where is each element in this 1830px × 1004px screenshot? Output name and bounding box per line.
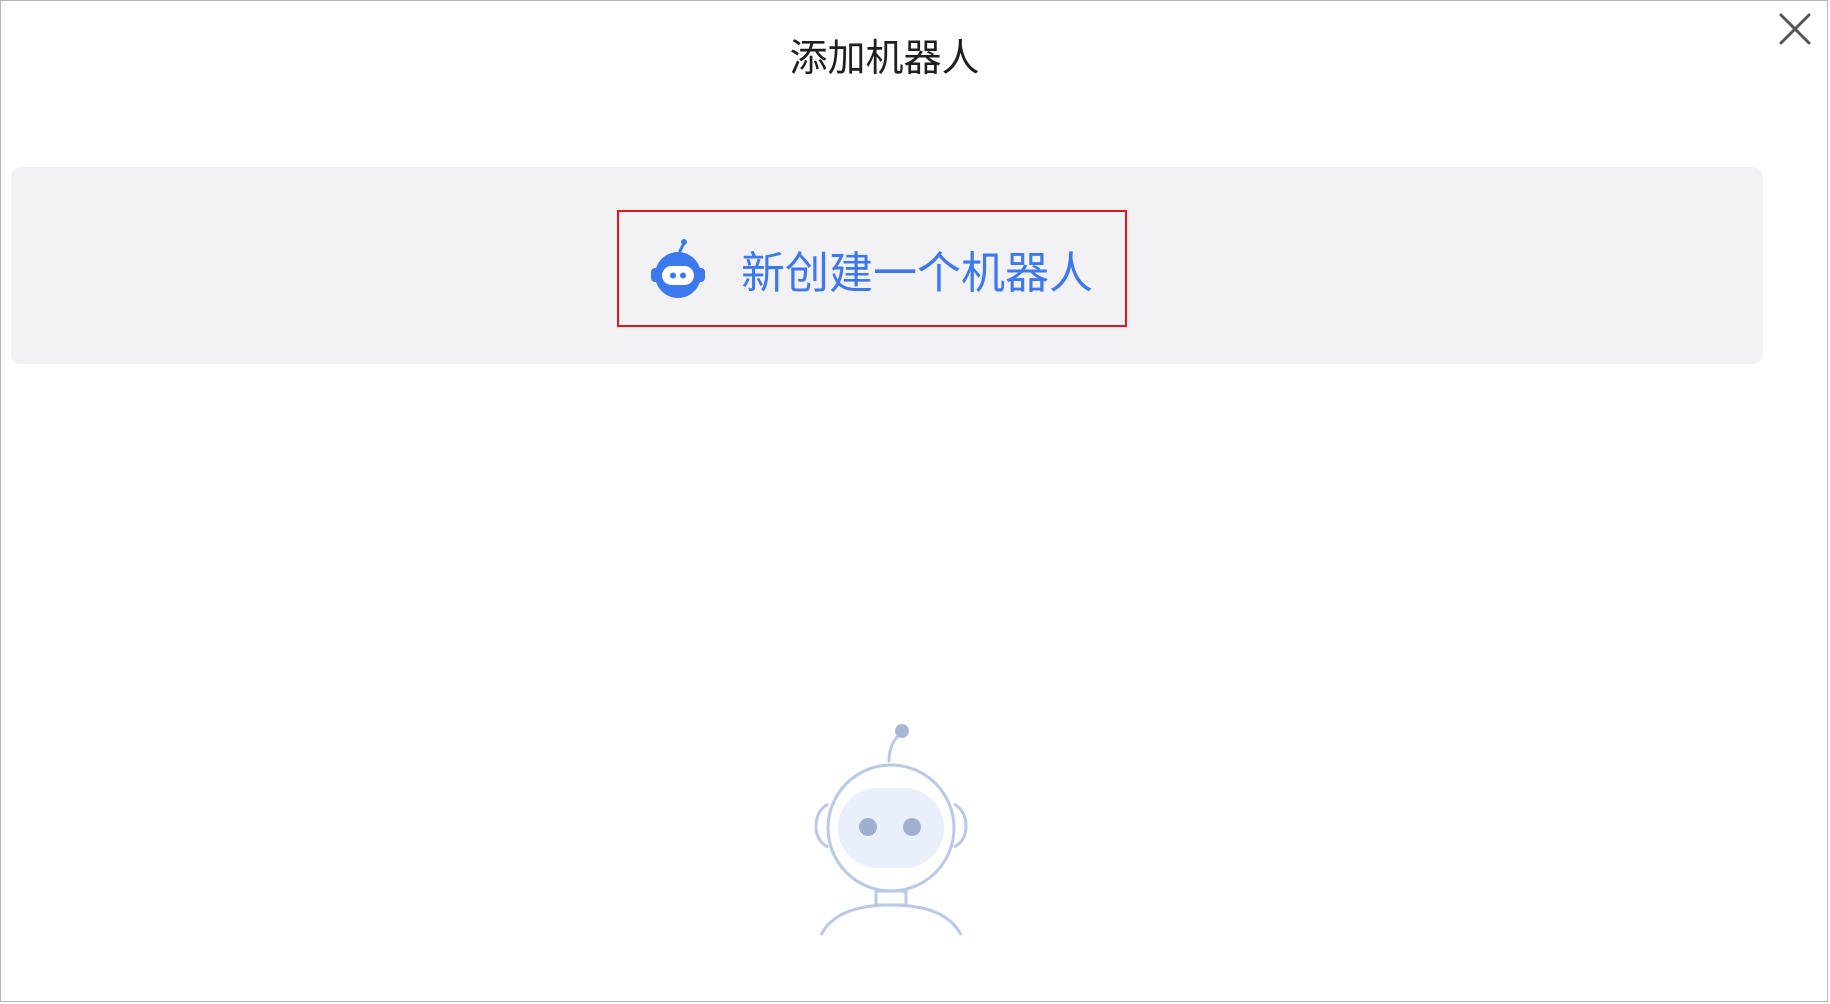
dialog-title: 添加机器人 xyxy=(789,36,980,80)
add-robot-dialog: 添加机器人 新创建一个机器人 xyxy=(0,0,1828,1002)
create-robot-panel: 新创建一个机器人 xyxy=(11,167,1763,364)
robot-icon xyxy=(649,238,707,300)
robot-illustration xyxy=(801,721,981,936)
create-robot-button[interactable]: 新创建一个机器人 xyxy=(617,210,1127,327)
close-icon[interactable] xyxy=(1777,11,1813,47)
create-robot-label: 新创建一个机器人 xyxy=(741,247,1093,299)
